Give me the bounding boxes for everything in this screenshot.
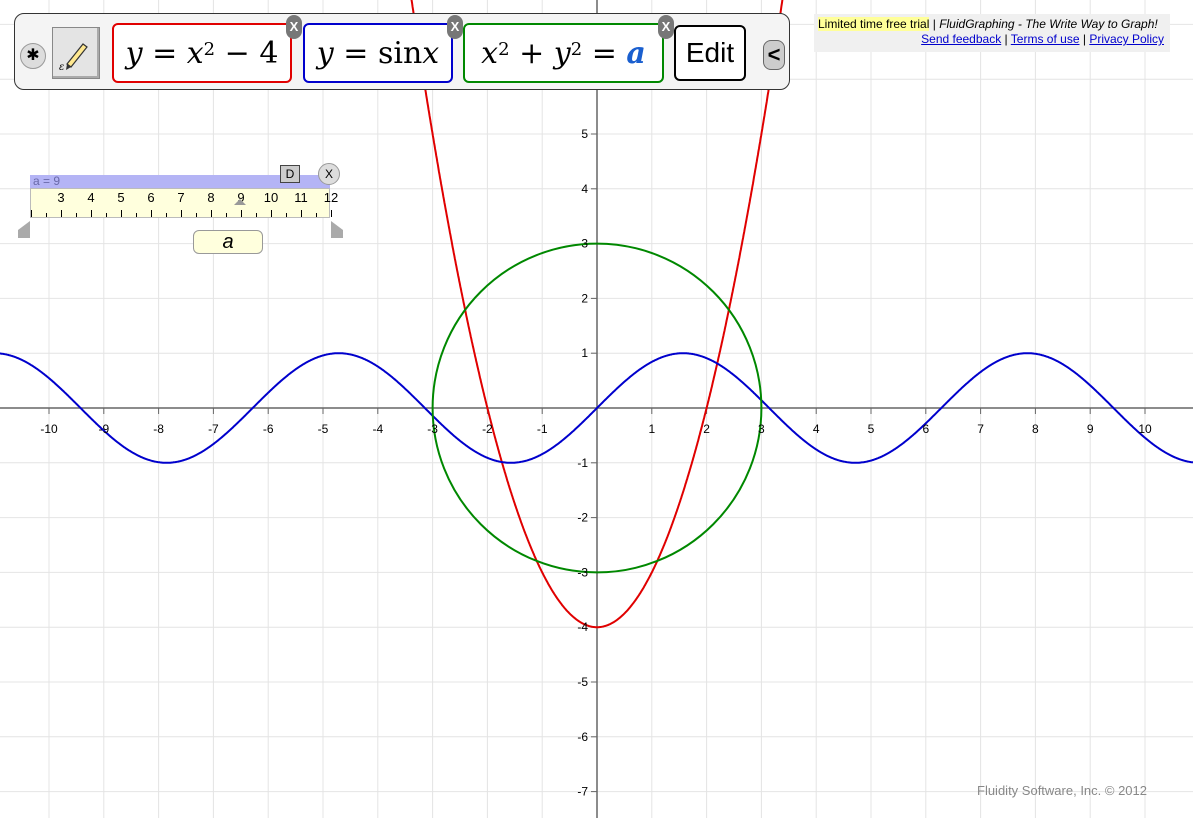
x-tick-label: -9	[98, 422, 109, 436]
y-tick-label: -4	[577, 620, 588, 634]
privacy-policy-link[interactable]: Privacy Policy	[1089, 32, 1164, 46]
x-tick-label: 10	[1138, 422, 1152, 436]
equation-circle[interactable]: x2 + y2 = a X	[463, 15, 674, 83]
ruler-label: 6	[147, 190, 155, 205]
x-tick-label: 7	[977, 422, 984, 436]
ruler-label: 3	[57, 190, 65, 205]
x-tick-label: -1	[537, 422, 548, 436]
slider-right-handle[interactable]	[331, 221, 343, 230]
ruler-tick	[240, 210, 242, 217]
ruler-tick	[180, 210, 182, 217]
slider-left-handle-base[interactable]	[18, 230, 30, 238]
pen-tool-button[interactable]: ε	[52, 27, 100, 79]
x-tick-label: 5	[868, 422, 875, 436]
ruler-label: 7	[177, 190, 185, 205]
ruler-label: 5	[117, 190, 125, 205]
svg-text:ε: ε	[59, 62, 64, 73]
remove-equation-button[interactable]: X	[286, 15, 302, 39]
ruler-minor-tick	[195, 213, 197, 217]
x-tick-label: 3	[758, 422, 765, 436]
ruler-tick	[150, 210, 152, 217]
y-tick-label: -2	[577, 511, 588, 525]
x-tick-label: -2	[482, 422, 493, 436]
x-tick-label: 9	[1087, 422, 1094, 436]
ruler-minor-tick	[225, 213, 227, 217]
send-feedback-link[interactable]: Send feedback	[921, 32, 1001, 46]
ruler-tick	[330, 210, 332, 217]
x-tick-label: -5	[318, 422, 329, 436]
y-tick-label: -1	[577, 456, 588, 470]
slider-ruler[interactable]: 3 4 5 6 7 8 9 10 11 12	[30, 188, 338, 218]
ruler-tick	[300, 210, 302, 217]
ruler-tick	[60, 210, 62, 217]
slider-left-handle[interactable]	[18, 221, 30, 230]
ruler-tick	[120, 210, 122, 217]
slider-right-handle-base[interactable]	[331, 230, 343, 238]
y-tick-label: 2	[581, 291, 588, 305]
ruler-minor-tick	[255, 213, 257, 217]
slider-d-button[interactable]: D	[280, 165, 300, 183]
ruler-label: 8	[207, 190, 215, 205]
y-tick-label: -7	[577, 785, 588, 799]
y-tick-label: 1	[581, 346, 588, 360]
remove-equation-button[interactable]: X	[658, 15, 674, 39]
x-tick-label: -10	[40, 422, 58, 436]
x-tick-label: -4	[372, 422, 383, 436]
ruler-minor-tick	[135, 213, 137, 217]
equation-parabola[interactable]: y = x2 − 4 X	[112, 15, 302, 83]
slider-param-label: a	[193, 230, 263, 254]
y-tick-label: 3	[581, 237, 588, 251]
terms-of-use-link[interactable]: Terms of use	[1011, 32, 1080, 46]
y-tick-label: -3	[577, 565, 588, 579]
x-tick-label: -3	[427, 422, 438, 436]
collapse-button[interactable]: <	[763, 40, 785, 70]
ruler-minor-tick	[165, 213, 167, 217]
edit-button[interactable]: Edit	[674, 25, 746, 81]
ruler-label: 11	[294, 190, 308, 205]
ruler-label: 4	[87, 190, 95, 205]
y-tick-label: -6	[577, 730, 588, 744]
ruler-label: 12	[323, 190, 339, 205]
copyright: Fluidity Software, Inc. © 2012	[977, 783, 1147, 798]
slider-close-button[interactable]: X	[318, 163, 340, 185]
y-tick-label: 4	[581, 182, 588, 196]
info-bar: Limited time free trial | FluidGraphing …	[814, 14, 1170, 52]
asterisk-icon[interactable]: ✱	[20, 43, 46, 69]
x-tick-label: 4	[813, 422, 820, 436]
ruler-minor-tick	[45, 213, 47, 217]
trial-badge: Limited time free trial	[818, 17, 930, 31]
remove-equation-button[interactable]: X	[447, 15, 463, 39]
x-tick-label: 2	[703, 422, 710, 436]
y-tick-label: 5	[581, 127, 588, 141]
x-tick-label: 6	[922, 422, 929, 436]
x-tick-label: 8	[1032, 422, 1039, 436]
y-tick-label: -5	[577, 675, 588, 689]
ruler-label: 10	[263, 190, 279, 205]
x-tick-label: 1	[648, 422, 655, 436]
ruler-tick	[30, 210, 32, 217]
slider-value: a = 9	[33, 174, 61, 188]
graph-canvas[interactable]: 1 -10 -9 -8 -7 -6 -5 -4 -3 -2 -1 12 3 4 5 6 7 8 9 10 1 7 5 4 3 2 1…	[0, 0, 1193, 818]
ruler-minor-tick	[105, 213, 107, 217]
equation-toolbar: ✱ ε y = x2 − 4 X y = sin x X x2 + y2 = a …	[14, 13, 790, 90]
equation-sine[interactable]: y = sin x X	[303, 15, 463, 83]
ruler-minor-tick	[285, 213, 287, 217]
ruler-tick	[90, 210, 92, 217]
slider-pointer[interactable]	[234, 199, 246, 205]
tagline: FluidGraphing - The Write Way to Graph!	[939, 17, 1158, 31]
ruler-minor-tick	[315, 213, 317, 217]
x-tick-label: -6	[263, 422, 274, 436]
ruler-tick	[270, 210, 272, 217]
pen-icon: ε	[59, 43, 88, 73]
x-tick-label: -7	[208, 422, 219, 436]
ruler-minor-tick	[75, 213, 77, 217]
ruler-tick	[210, 210, 212, 217]
x-tick-label: -8	[153, 422, 164, 436]
parameter-slider[interactable]: a = 9 D X 3 4 5 6 7 8 9 10 11 12 a	[18, 163, 344, 258]
